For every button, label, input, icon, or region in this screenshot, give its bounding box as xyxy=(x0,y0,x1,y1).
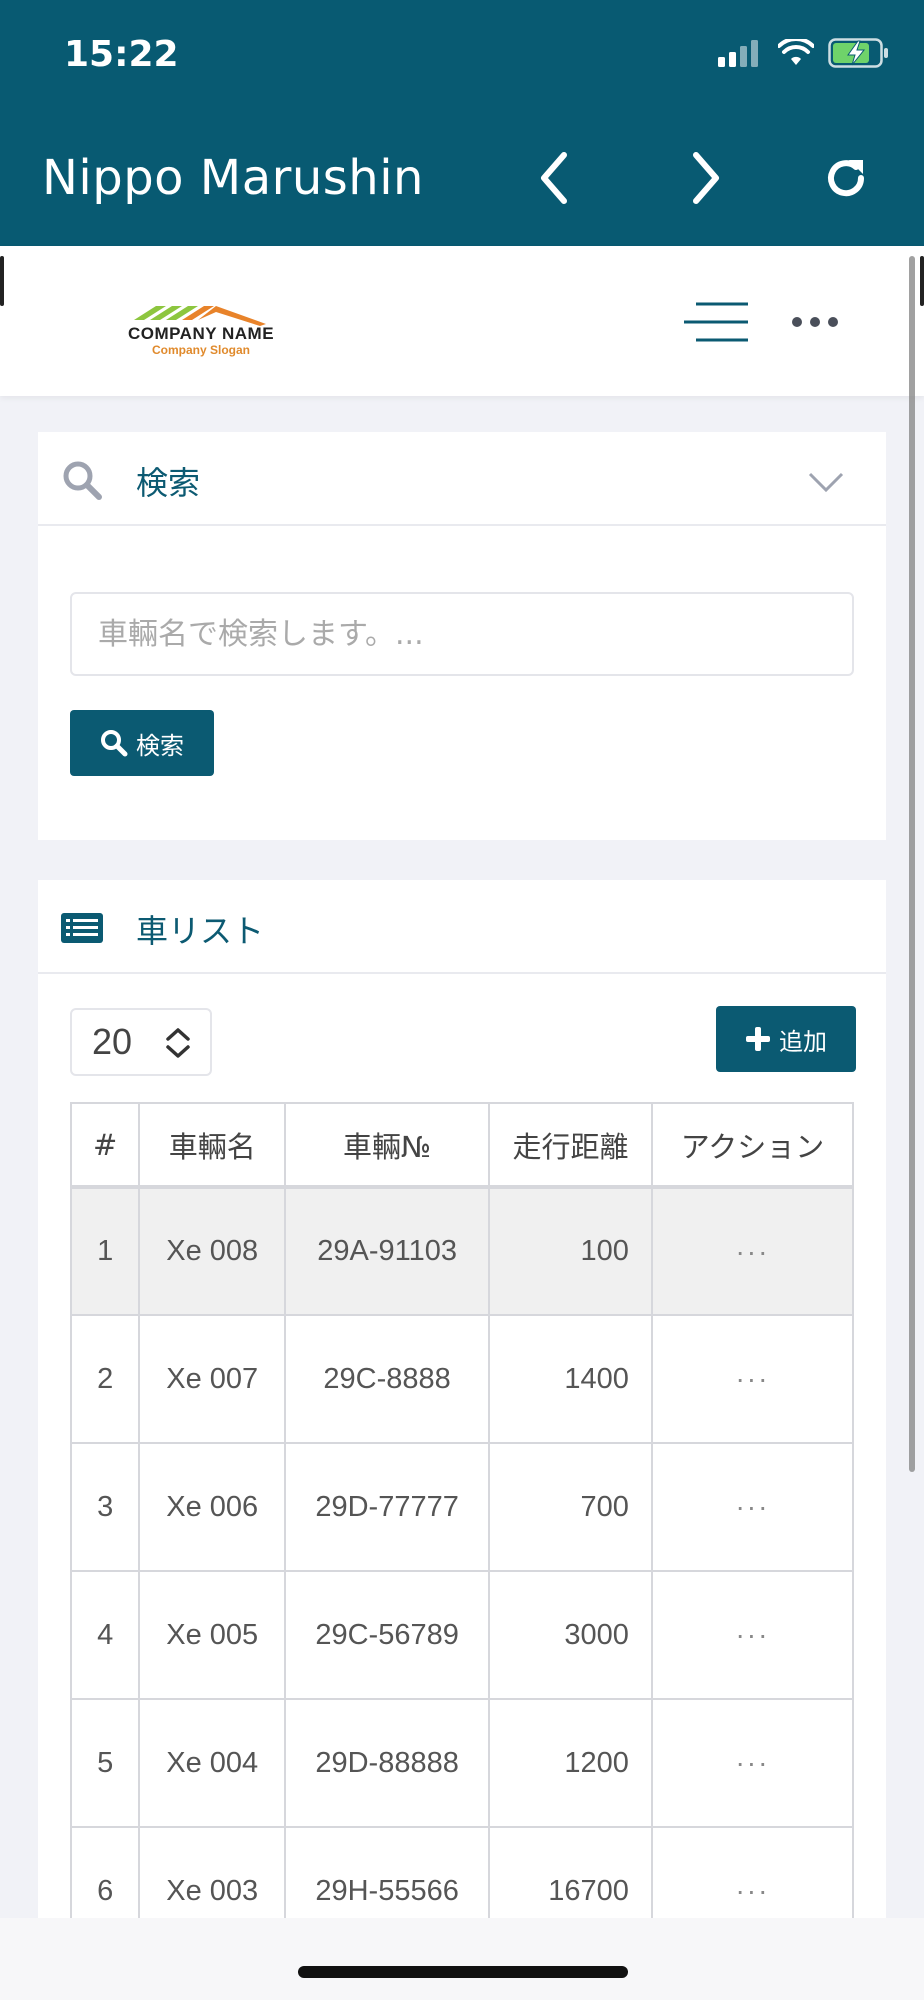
bottom-safe-area xyxy=(0,1918,924,2000)
row-name: Xe 004 xyxy=(138,1698,287,1828)
row-plate: 29A-91103 xyxy=(284,1186,491,1316)
menu-icon[interactable] xyxy=(682,300,752,344)
chevron-right-icon xyxy=(693,152,719,204)
row-distance: 1400 xyxy=(488,1314,653,1444)
battery-charging-icon xyxy=(828,38,888,68)
search-card-title: 検索 xyxy=(136,464,201,502)
row-name: Xe 006 xyxy=(138,1442,287,1572)
table-header-row: # 車輛名 車輛№ 走行距離 アクション xyxy=(69,1102,855,1189)
table-row[interactable]: 5 Xe 004 29D-88888 1200 ··· xyxy=(69,1698,855,1828)
wifi-icon xyxy=(778,39,814,65)
column-header-distance: 走行距離 xyxy=(488,1102,653,1189)
row-plate: 29C-8888 xyxy=(284,1314,491,1444)
search-button-label: 検索 xyxy=(136,731,184,760)
scrollbar[interactable] xyxy=(909,256,915,1472)
forward-button[interactable] xyxy=(676,148,736,208)
row-action-menu[interactable]: ··· xyxy=(650,1314,855,1444)
row-distance: 100 xyxy=(488,1186,653,1316)
search-icon xyxy=(101,730,128,757)
more-dots-icon xyxy=(792,317,838,327)
search-card: 検索 検索 xyxy=(38,432,886,840)
page-size-select[interactable]: 20 xyxy=(70,1008,212,1076)
logo-slogan: Company Slogan xyxy=(151,343,250,357)
row-name: Xe 008 xyxy=(138,1186,287,1316)
list-icon xyxy=(61,913,103,943)
plus-icon xyxy=(746,1027,770,1051)
frame-edge-left xyxy=(0,256,4,306)
row-index: 2 xyxy=(69,1314,141,1444)
app-title: Nippo Marushin xyxy=(42,150,424,206)
car-list-header: 車リスト xyxy=(38,880,886,974)
car-list-title: 車リスト xyxy=(136,912,265,950)
home-indicator[interactable] xyxy=(298,1966,628,1978)
search-input[interactable] xyxy=(70,592,854,676)
row-index: 5 xyxy=(69,1698,141,1828)
column-header-plate: 車輛№ xyxy=(284,1102,491,1189)
row-action-menu[interactable]: ··· xyxy=(650,1186,855,1316)
row-action-menu[interactable]: ··· xyxy=(650,1698,855,1828)
reload-button[interactable] xyxy=(816,148,876,208)
updown-arrows-icon xyxy=(166,1028,190,1058)
chevron-down-icon[interactable] xyxy=(806,462,846,502)
car-table: # 車輛名 車輛№ 走行距離 アクション 1 Xe 008 29A-91103 … xyxy=(69,1102,855,1956)
status-icons xyxy=(718,38,890,68)
row-plate: 29D-77777 xyxy=(284,1442,491,1572)
more-options-button[interactable] xyxy=(790,302,840,342)
row-distance: 3000 xyxy=(488,1570,653,1700)
reload-icon xyxy=(828,160,865,197)
search-button[interactable]: 検索 xyxy=(70,710,214,776)
status-time: 15:22 xyxy=(64,34,179,75)
table-row[interactable]: 2 Xe 007 29C-8888 1400 ··· xyxy=(69,1314,855,1444)
chevron-left-icon xyxy=(541,152,567,204)
signal-icon xyxy=(718,40,758,67)
row-name: Xe 007 xyxy=(138,1314,287,1444)
add-button-label: 追加 xyxy=(779,1027,827,1056)
logo-company-name: COMPANY NAME xyxy=(127,324,275,343)
frame-edge-right xyxy=(920,256,924,306)
row-plate: 29D-88888 xyxy=(284,1698,491,1828)
table-row[interactable]: 4 Xe 005 29C-56789 3000 ··· xyxy=(69,1570,855,1700)
row-distance: 1200 xyxy=(488,1698,653,1828)
app-bar: 15:22 Nippo Marushin xyxy=(0,0,924,246)
row-action-menu[interactable]: ··· xyxy=(650,1442,855,1572)
row-index: 1 xyxy=(69,1186,141,1316)
row-name: Xe 005 xyxy=(138,1570,287,1700)
row-index: 4 xyxy=(69,1570,141,1700)
column-header-action: アクション xyxy=(650,1102,855,1189)
table-row[interactable]: 3 Xe 006 29D-77777 700 ··· xyxy=(69,1442,855,1572)
row-plate: 29C-56789 xyxy=(284,1570,491,1700)
row-distance: 700 xyxy=(488,1442,653,1572)
page-size-value: 20 xyxy=(92,1021,133,1062)
row-action-menu[interactable]: ··· xyxy=(650,1570,855,1700)
row-index: 3 xyxy=(69,1442,141,1572)
table-row[interactable]: 1 Xe 008 29A-91103 100 ··· xyxy=(69,1186,855,1316)
search-icon xyxy=(63,461,102,500)
car-list-card: 車リスト 20 追加 # 車輛名 車輛№ 走行距離 アクション 1 Xe 008… xyxy=(38,880,886,1956)
search-card-header[interactable]: 検索 xyxy=(38,432,886,526)
back-button[interactable] xyxy=(524,148,584,208)
add-button[interactable]: 追加 xyxy=(716,1006,856,1072)
site-header: COMPANY NAME Company Slogan xyxy=(0,246,924,396)
column-header-name: 車輛名 xyxy=(138,1102,287,1189)
column-header-index: # xyxy=(69,1102,141,1189)
